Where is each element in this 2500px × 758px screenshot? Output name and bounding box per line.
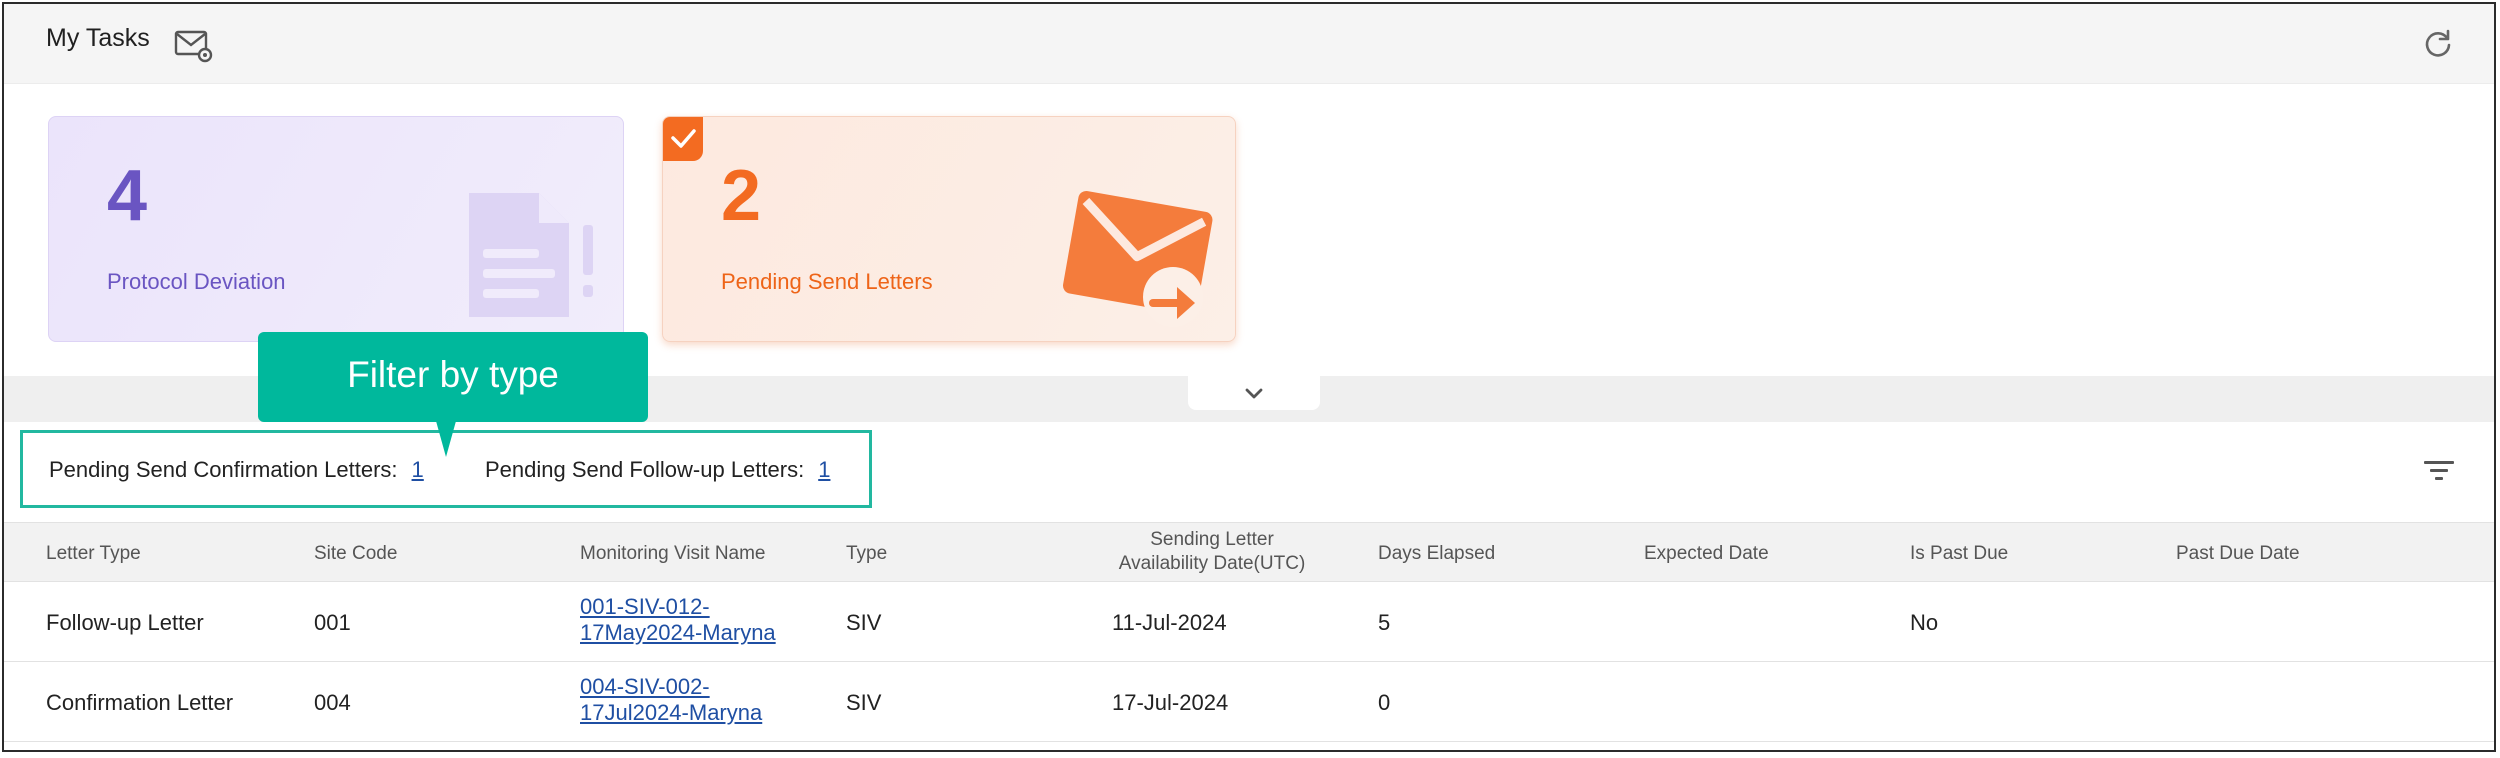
visit-name-line2: 17May2024-Maryna bbox=[580, 620, 776, 645]
cell-letter-type: Follow-up Letter bbox=[46, 610, 204, 635]
mail-send-icon bbox=[1062, 190, 1213, 327]
table-row: Follow-up Letter 001 001-SIV-012- 17May2… bbox=[4, 582, 2494, 662]
table-row: Confirmation Letter 004 004-SIV-002- 17J… bbox=[4, 662, 2494, 742]
filter-lines-icon[interactable] bbox=[2422, 456, 2456, 486]
callout-text: Filter by type bbox=[347, 354, 559, 395]
followup-letters-count-link[interactable]: 1 bbox=[818, 457, 830, 482]
column-availability-line2: Availability Date(UTC) bbox=[1118, 553, 1306, 574]
panel-header: My Tasks bbox=[4, 4, 2494, 84]
page-title: My Tasks bbox=[46, 24, 150, 52]
column-expected-date[interactable]: Expected Date bbox=[1644, 543, 1769, 565]
cell-type: SIV bbox=[846, 690, 882, 715]
mail-settings-icon[interactable] bbox=[174, 28, 214, 64]
visit-name-line1: 001-SIV-012- bbox=[580, 594, 710, 619]
column-type[interactable]: Type bbox=[846, 543, 887, 565]
column-days-elapsed[interactable]: Days Elapsed bbox=[1378, 543, 1495, 565]
protocol-deviation-count: 4 bbox=[107, 156, 148, 236]
cell-availability-date: 17-Jul-2024 bbox=[1112, 690, 1229, 715]
column-monitoring-visit-name[interactable]: Monitoring Visit Name bbox=[580, 543, 766, 565]
collapse-toggle[interactable] bbox=[1188, 376, 1320, 410]
filter-by-type-callout: Filter by type bbox=[258, 332, 648, 422]
visit-name-line1: 004-SIV-002- bbox=[580, 674, 710, 699]
cell-days-elapsed: 5 bbox=[1378, 610, 1391, 635]
protocol-deviation-card[interactable]: 4 Protocol Deviation bbox=[48, 116, 624, 342]
cell-days-elapsed: 0 bbox=[1378, 690, 1391, 715]
column-sending-letter-availability-date[interactable]: Sending Letter Availability Date(UTC) bbox=[1112, 528, 1312, 576]
document-alert-icon bbox=[469, 193, 593, 317]
cell-availability-date: 11-Jul-2024 bbox=[1112, 610, 1227, 635]
column-past-due-date[interactable]: Past Due Date bbox=[2176, 543, 2300, 565]
cell-letter-type: Confirmation Letter bbox=[46, 690, 234, 715]
confirmation-letters-filter: Pending Send Confirmation Letters: 1 bbox=[49, 457, 424, 483]
pending-send-letters-card[interactable]: 2 Pending Send Letters bbox=[662, 116, 1236, 342]
callout-arrow bbox=[436, 421, 456, 457]
cell-is-past-due: No bbox=[1910, 610, 1939, 635]
pending-send-letters-label: Pending Send Letters bbox=[721, 269, 933, 294]
refresh-icon[interactable] bbox=[2422, 28, 2454, 60]
confirmation-letters-count-link[interactable]: 1 bbox=[412, 457, 424, 482]
my-tasks-panel: My Tasks 4 Protocol Deviation 2 Pending … bbox=[2, 2, 2496, 752]
table-header: Letter Type Site Code Monitoring Visit N… bbox=[4, 522, 2494, 582]
confirmation-letters-label: Pending Send Confirmation Letters: bbox=[49, 457, 398, 482]
column-availability-line1: Sending Letter bbox=[1150, 529, 1274, 550]
cell-site-code: 001 bbox=[314, 610, 351, 635]
column-is-past-due[interactable]: Is Past Due bbox=[1910, 543, 2008, 565]
column-letter-type[interactable]: Letter Type bbox=[46, 543, 141, 565]
cell-type: SIV bbox=[846, 610, 882, 635]
chevron-down-icon bbox=[1245, 388, 1263, 399]
cell-monitoring-visit-link[interactable]: 004-SIV-002- 17Jul2024-Maryna bbox=[580, 674, 810, 726]
cell-monitoring-visit-link[interactable]: 001-SIV-012- 17May2024-Maryna bbox=[580, 594, 810, 646]
protocol-deviation-label: Protocol Deviation bbox=[107, 269, 286, 294]
followup-letters-filter: Pending Send Follow-up Letters: 1 bbox=[485, 457, 830, 483]
cell-site-code: 004 bbox=[314, 690, 351, 715]
pending-send-letters-count: 2 bbox=[721, 156, 762, 236]
column-site-code[interactable]: Site Code bbox=[314, 543, 397, 565]
followup-letters-label: Pending Send Follow-up Letters: bbox=[485, 457, 805, 482]
selected-check-icon bbox=[663, 117, 703, 161]
visit-name-line2: 17Jul2024-Maryna bbox=[580, 700, 763, 725]
